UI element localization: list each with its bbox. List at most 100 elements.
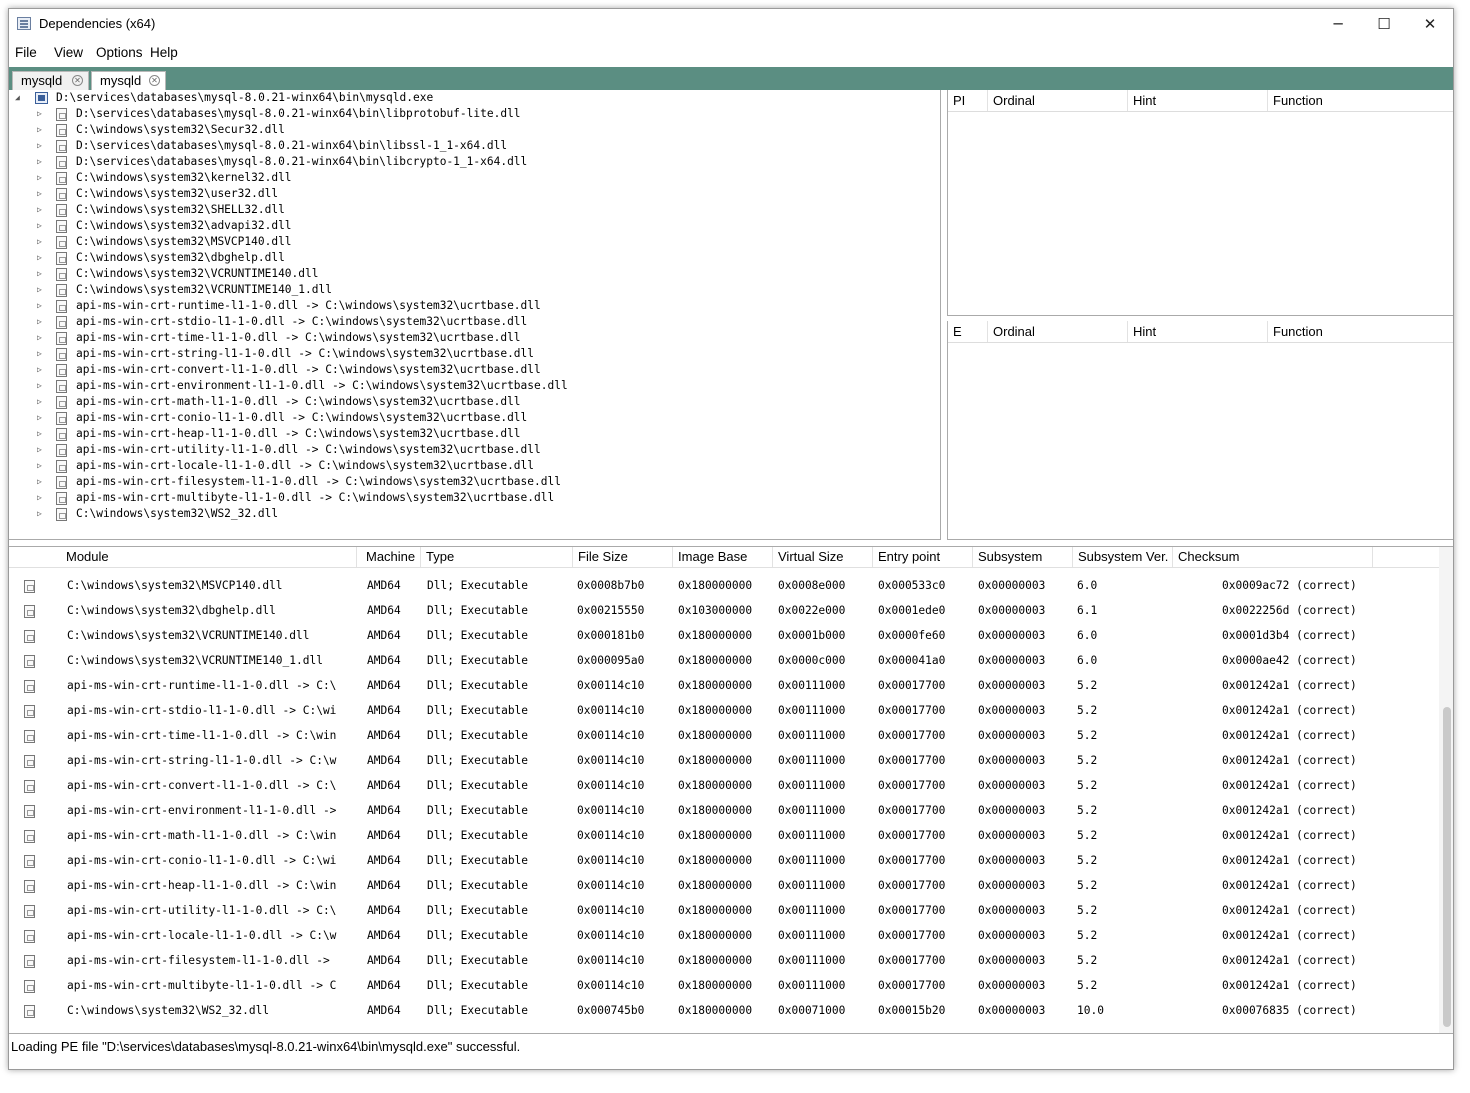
tab-close-icon[interactable]: ✕ <box>72 75 83 86</box>
menu-help[interactable]: Help <box>150 45 178 60</box>
table-row[interactable]: api-ms-win-crt-convert-l1-1-0.dll -> C:\… <box>9 774 1439 799</box>
table-row[interactable]: api-ms-win-crt-math-l1-1-0.dll -> C:\win… <box>9 824 1439 849</box>
tree-item[interactable]: ▷ D:\services\databases\mysql-8.0.21-winx… <box>37 107 917 123</box>
table-row[interactable]: C:\windows\system32\WS2_32.dll AMD64 Dll; … <box>9 999 1439 1024</box>
modules-list[interactable]: Module Machine Type File Size Image Base Virt… <box>9 546 1453 1034</box>
expanded-arrow-icon[interactable]: ◢ <box>15 93 20 102</box>
tree-item[interactable]: ▷ api-ms-win-crt-multibyte-l1-1-0.dll -> … <box>37 491 917 507</box>
col-virtual-size[interactable]: Virtual Size <box>773 547 873 567</box>
collapsed-arrow-icon[interactable]: ▷ <box>37 493 42 502</box>
col-checksum[interactable]: Checksum <box>1173 547 1373 567</box>
table-row[interactable]: C:\windows\system32\VCRUNTIME140.dll AMD6… <box>9 624 1439 649</box>
tab-mysqld-2[interactable]: mysqld ✕ <box>91 71 166 90</box>
col-type[interactable]: Type <box>421 547 573 567</box>
tree-item[interactable]: ▷ api-ms-win-crt-environment-l1-1-0.dll -… <box>37 379 917 395</box>
tree-item[interactable]: ▷ C:\windows\system32\advapi32.dll <box>37 219 917 235</box>
tree-item[interactable]: ▷ D:\services\databases\mysql-8.0.21-winx… <box>37 155 917 171</box>
tree-item[interactable]: ▷ api-ms-win-crt-filesystem-l1-1-0.dll ->… <box>37 475 917 491</box>
tree-item[interactable]: ▷ api-ms-win-crt-math-l1-1-0.dll -> C:\wi… <box>37 395 917 411</box>
imports-col-pi[interactable]: PI <box>948 90 988 111</box>
exports-col-e[interactable]: E <box>948 321 988 342</box>
tab-close-icon[interactable]: ✕ <box>149 75 160 86</box>
tree-item[interactable]: ▷ C:\windows\system32\kernel32.dll <box>37 171 917 187</box>
tree-item[interactable]: ▷ api-ms-win-crt-string-l1-1-0.dll -> C:\… <box>37 347 917 363</box>
collapsed-arrow-icon[interactable]: ▷ <box>37 349 42 358</box>
tree-item[interactable]: ▷ api-ms-win-crt-convert-l1-1-0.dll -> C:… <box>37 363 917 379</box>
col-machine[interactable]: Machine <box>361 547 421 567</box>
imports-pane[interactable]: PI Ordinal Hint Function <box>947 90 1453 316</box>
collapsed-arrow-icon[interactable]: ▷ <box>37 125 42 134</box>
collapsed-arrow-icon[interactable]: ▷ <box>37 333 42 342</box>
collapsed-arrow-icon[interactable]: ▷ <box>37 413 42 422</box>
table-row[interactable]: api-ms-win-crt-utility-l1-1-0.dll -> C:\… <box>9 899 1439 924</box>
exports-col-hint[interactable]: Hint <box>1128 321 1268 342</box>
tree-item[interactable]: ▷ D:\services\databases\mysql-8.0.21-winx… <box>37 139 917 155</box>
col-subsystem-ver[interactable]: Subsystem Ver. <box>1073 547 1173 567</box>
tree-item[interactable]: ▷ C:\windows\system32\SHELL32.dll <box>37 203 917 219</box>
collapsed-arrow-icon[interactable]: ▷ <box>37 269 42 278</box>
collapsed-arrow-icon[interactable]: ▷ <box>37 253 42 262</box>
tree-item[interactable]: ▷ api-ms-win-crt-time-l1-1-0.dll -> C:\wi… <box>37 331 917 347</box>
imports-col-ordinal[interactable]: Ordinal <box>988 90 1128 111</box>
tree-item[interactable]: ▷ C:\windows\system32\VCRUNTIME140_1.dll <box>37 283 917 299</box>
modules-scrollbar[interactable] <box>1439 547 1453 1033</box>
table-row[interactable]: api-ms-win-crt-filesystem-l1-1-0.dll -> A… <box>9 949 1439 974</box>
maximize-button[interactable]: ☐ <box>1361 9 1407 39</box>
collapsed-arrow-icon[interactable]: ▷ <box>37 237 42 246</box>
col-file-size[interactable]: File Size <box>573 547 673 567</box>
collapsed-arrow-icon[interactable]: ▷ <box>37 141 42 150</box>
table-row[interactable]: api-ms-win-crt-string-l1-1-0.dll -> C:\w… <box>9 749 1439 774</box>
collapsed-arrow-icon[interactable]: ▷ <box>37 381 42 390</box>
col-subsystem[interactable]: Subsystem <box>973 547 1073 567</box>
col-module[interactable]: Module <box>61 547 357 567</box>
close-button[interactable]: ✕ <box>1407 9 1453 39</box>
exports-col-function[interactable]: Function <box>1268 321 1453 342</box>
tree-item[interactable]: ▷ C:\windows\system32\VCRUNTIME140.dll <box>37 267 917 283</box>
tree-root[interactable]: ◢ D:\services\databases\mysql-8.0.21-win… <box>15 91 915 107</box>
collapsed-arrow-icon[interactable]: ▷ <box>37 157 42 166</box>
table-row[interactable]: api-ms-win-crt-runtime-l1-1-0.dll -> C:\… <box>9 674 1439 699</box>
collapsed-arrow-icon[interactable]: ▷ <box>37 461 42 470</box>
tree-item[interactable]: ▷ api-ms-win-crt-heap-l1-1-0.dll -> C:\wi… <box>37 427 917 443</box>
collapsed-arrow-icon[interactable]: ▷ <box>37 445 42 454</box>
tree-item[interactable]: ▷ api-ms-win-crt-locale-l1-1-0.dll -> C:\… <box>37 459 917 475</box>
collapsed-arrow-icon[interactable]: ▷ <box>37 109 42 118</box>
tree-item[interactable]: ▷ C:\windows\system32\MSVCP140.dll <box>37 235 917 251</box>
collapsed-arrow-icon[interactable]: ▷ <box>37 301 42 310</box>
col-image-base[interactable]: Image Base <box>673 547 773 567</box>
table-row[interactable]: api-ms-win-crt-stdio-l1-1-0.dll -> C:\wi… <box>9 699 1439 724</box>
tree-item[interactable]: ▷ api-ms-win-crt-stdio-l1-1-0.dll -> C:\w… <box>37 315 917 331</box>
table-row[interactable]: api-ms-win-crt-locale-l1-1-0.dll -> C:\w… <box>9 924 1439 949</box>
menu-file[interactable]: File <box>15 45 37 60</box>
tree-item[interactable]: ▷ C:\windows\system32\dbghelp.dll <box>37 251 917 267</box>
menu-options[interactable]: Options <box>96 45 143 60</box>
imports-col-function[interactable]: Function <box>1268 90 1453 111</box>
collapsed-arrow-icon[interactable]: ▷ <box>37 205 42 214</box>
tree-item[interactable]: ▷ C:\windows\system32\user32.dll <box>37 187 917 203</box>
table-row[interactable]: api-ms-win-crt-multibyte-l1-1-0.dll -> C… <box>9 974 1439 999</box>
minimize-button[interactable]: ─ <box>1315 9 1361 39</box>
collapsed-arrow-icon[interactable]: ▷ <box>37 365 42 374</box>
tree-item[interactable]: ▷ C:\windows\system32\WS2_32.dll <box>37 507 917 523</box>
table-row[interactable]: C:\windows\system32\VCRUNTIME140_1.dll AM… <box>9 649 1439 674</box>
table-row[interactable]: api-ms-win-crt-heap-l1-1-0.dll -> C:\win… <box>9 874 1439 899</box>
table-row[interactable]: C:\windows\system32\dbghelp.dll AMD64 Dll;… <box>9 599 1439 624</box>
collapsed-arrow-icon[interactable]: ▷ <box>37 429 42 438</box>
collapsed-arrow-icon[interactable]: ▷ <box>37 285 42 294</box>
tree-item[interactable]: ▷ api-ms-win-crt-runtime-l1-1-0.dll -> C:… <box>37 299 917 315</box>
tree-item[interactable]: ▷ api-ms-win-crt-conio-l1-1-0.dll -> C:\w… <box>37 411 917 427</box>
tab-mysqld-1[interactable]: mysqld ✕ <box>12 71 89 90</box>
collapsed-arrow-icon[interactable]: ▷ <box>37 221 42 230</box>
collapsed-arrow-icon[interactable]: ▷ <box>37 477 42 486</box>
collapsed-arrow-icon[interactable]: ▷ <box>37 317 42 326</box>
title-bar[interactable]: Dependencies (x64) ─ ☐ ✕ <box>9 9 1453 39</box>
scroll-thumb[interactable] <box>1443 707 1451 1027</box>
table-row[interactable]: api-ms-win-crt-time-l1-1-0.dll -> C:\win… <box>9 724 1439 749</box>
menu-view[interactable]: View <box>54 45 83 60</box>
table-row[interactable]: C:\windows\system32\MSVCP140.dll AMD64 Dll… <box>9 574 1439 599</box>
imports-col-hint[interactable]: Hint <box>1128 90 1268 111</box>
dependency-tree[interactable]: ◢ D:\services\databases\mysql-8.0.21-win… <box>9 90 941 540</box>
collapsed-arrow-icon[interactable]: ▷ <box>37 397 42 406</box>
collapsed-arrow-icon[interactable]: ▷ <box>37 509 42 518</box>
table-row[interactable]: api-ms-win-crt-environment-l1-1-0.dll ->… <box>9 799 1439 824</box>
